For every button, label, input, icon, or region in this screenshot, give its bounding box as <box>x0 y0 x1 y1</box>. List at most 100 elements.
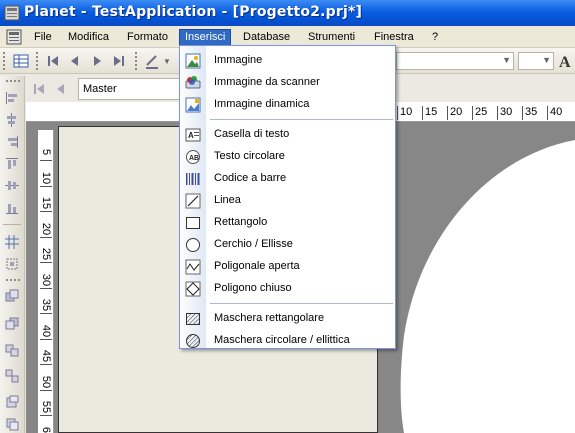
menu-finestra[interactable]: Finestra <box>368 29 420 46</box>
barcode-icon <box>186 173 200 185</box>
menu-item-label: Immagine da scanner <box>214 76 320 88</box>
polyline-icon <box>185 259 201 275</box>
menu-item-dynamic-image[interactable]: Immagine dinamica <box>180 94 395 116</box>
ruler-label: 40 <box>550 106 563 118</box>
menu-database[interactable]: Database <box>237 29 296 46</box>
ruler-label: 50 <box>40 375 52 388</box>
menu-strumenti[interactable]: Strumenti <box>302 29 361 46</box>
ruler-label: 10 <box>40 171 52 184</box>
ellipse-mask-icon <box>186 334 200 348</box>
align-right-icon[interactable] <box>4 134 20 150</box>
image-icon <box>185 53 201 69</box>
ruler-label: 25 <box>40 247 52 261</box>
menu-item-label: Immagine <box>214 54 263 66</box>
toolbar-grip[interactable] <box>36 52 39 70</box>
ruler-tick <box>40 389 52 391</box>
menu-item-label: Immagine dinamica <box>214 98 310 110</box>
menu-item-polyline[interactable]: Poligonale aperta <box>180 256 395 278</box>
vertical-ruler: 5 10 15 20 25 30 35 40 45 50 55 60 <box>38 130 54 433</box>
ruler-tick <box>40 313 52 314</box>
font-combo[interactable]: ▼ <box>396 52 514 70</box>
menu-inserisci[interactable]: Inserisci <box>179 29 232 46</box>
ruler-tick <box>40 185 52 187</box>
prev-page-icon[interactable] <box>52 80 70 98</box>
prev-page-icon[interactable] <box>66 52 84 70</box>
ruler-tick <box>397 106 398 120</box>
align-top-icon[interactable] <box>4 156 20 172</box>
document-icon[interactable] <box>6 29 22 45</box>
menu-item-rectangle[interactable]: Rettangolo <box>180 212 395 234</box>
menu-formato[interactable]: Formato <box>121 29 174 46</box>
ellipse-icon <box>186 238 200 252</box>
ruler-label: 15 <box>425 106 438 118</box>
menu-item-ellipse[interactable]: Cerchio / Ellisse <box>180 234 395 256</box>
ruler-label: 30 <box>40 273 52 286</box>
align-left-icon[interactable] <box>4 90 20 106</box>
next-page-icon[interactable] <box>88 52 106 70</box>
ruler-label: 35 <box>40 298 52 312</box>
menu-separator <box>210 303 393 304</box>
ruler-tick <box>40 160 52 161</box>
menu-item-polygon[interactable]: Poligono chiuso <box>180 278 395 300</box>
scanner-icon <box>185 76 201 89</box>
menu-item-image[interactable]: Immagine <box>180 50 395 72</box>
dynamic-image-icon <box>185 97 201 113</box>
toolbar-grip[interactable] <box>6 80 20 82</box>
svg-text:A: A <box>559 54 571 70</box>
chevron-down-icon[interactable]: ▼ <box>542 55 551 65</box>
pen-dropdown-arrow-icon[interactable]: ▼ <box>163 57 171 66</box>
snap-icon[interactable] <box>4 256 20 272</box>
rect-mask-icon <box>186 313 200 325</box>
app-icon[interactable] <box>4 5 20 21</box>
menu-item-label: Linea <box>214 194 241 206</box>
menu-item-rect-mask[interactable]: Maschera rettangolare <box>180 308 395 330</box>
align-middle-icon[interactable] <box>4 178 20 194</box>
duplicate-icon[interactable] <box>4 416 20 432</box>
align-bottom-icon[interactable] <box>4 200 20 216</box>
circular-text-icon: AB <box>186 150 200 164</box>
ruler-tick <box>40 211 52 212</box>
menu-item-scanner[interactable]: Immagine da scanner <box>180 72 395 94</box>
lock-icon[interactable] <box>4 394 20 410</box>
ruler-tick <box>40 338 52 340</box>
ruler-tick <box>472 106 473 120</box>
pen-icon[interactable] <box>143 52 161 70</box>
svg-text:A: A <box>188 131 194 140</box>
send-back-icon[interactable] <box>4 316 20 332</box>
ruler-tick <box>40 364 52 365</box>
ruler-label: 20 <box>40 222 52 235</box>
textbox-icon: A <box>185 128 201 142</box>
menu-help[interactable]: ? <box>426 29 444 46</box>
ungroup-icon[interactable] <box>4 368 20 384</box>
ruler-label: 55 <box>40 400 52 414</box>
menu-item-circular-text[interactable]: AB Testo circolare <box>180 146 395 168</box>
last-page-icon[interactable] <box>110 52 128 70</box>
group-icon[interactable] <box>4 342 20 358</box>
menu-item-label: Poligono chiuso <box>214 282 292 294</box>
first-page-icon[interactable] <box>44 52 62 70</box>
menu-item-textbox[interactable]: A Casella di testo <box>180 124 395 146</box>
menu-separator <box>210 119 393 120</box>
menu-item-label: Casella di testo <box>214 128 290 140</box>
separator <box>3 224 21 225</box>
toolbar-grip[interactable] <box>6 279 20 281</box>
table-icon[interactable] <box>12 52 30 70</box>
menu-item-line[interactable]: Linea <box>180 190 395 212</box>
align-center-icon[interactable] <box>4 112 20 128</box>
grid-icon[interactable] <box>4 234 20 250</box>
first-page-icon[interactable] <box>30 80 48 98</box>
menu-item-label: Testo circolare <box>214 150 285 162</box>
menu-item-label: Codice a barre <box>214 172 287 184</box>
bring-front-icon[interactable] <box>4 288 20 304</box>
ruler-label: 20 <box>450 106 463 118</box>
font-size-combo[interactable]: ▼ <box>518 52 554 70</box>
menu-file[interactable]: File <box>28 29 58 46</box>
toolbar-grip[interactable] <box>3 52 6 70</box>
menu-modifica[interactable]: Modifica <box>62 29 115 46</box>
font-icon[interactable]: A <box>557 52 575 70</box>
ruler-tick <box>40 415 52 416</box>
menu-item-ellipse-mask[interactable]: Maschera circolare / ellittica <box>180 330 395 352</box>
menu-item-barcode[interactable]: Codice a barre <box>180 168 395 190</box>
toolbar-grip[interactable] <box>135 52 138 70</box>
chevron-down-icon[interactable]: ▼ <box>502 55 511 65</box>
